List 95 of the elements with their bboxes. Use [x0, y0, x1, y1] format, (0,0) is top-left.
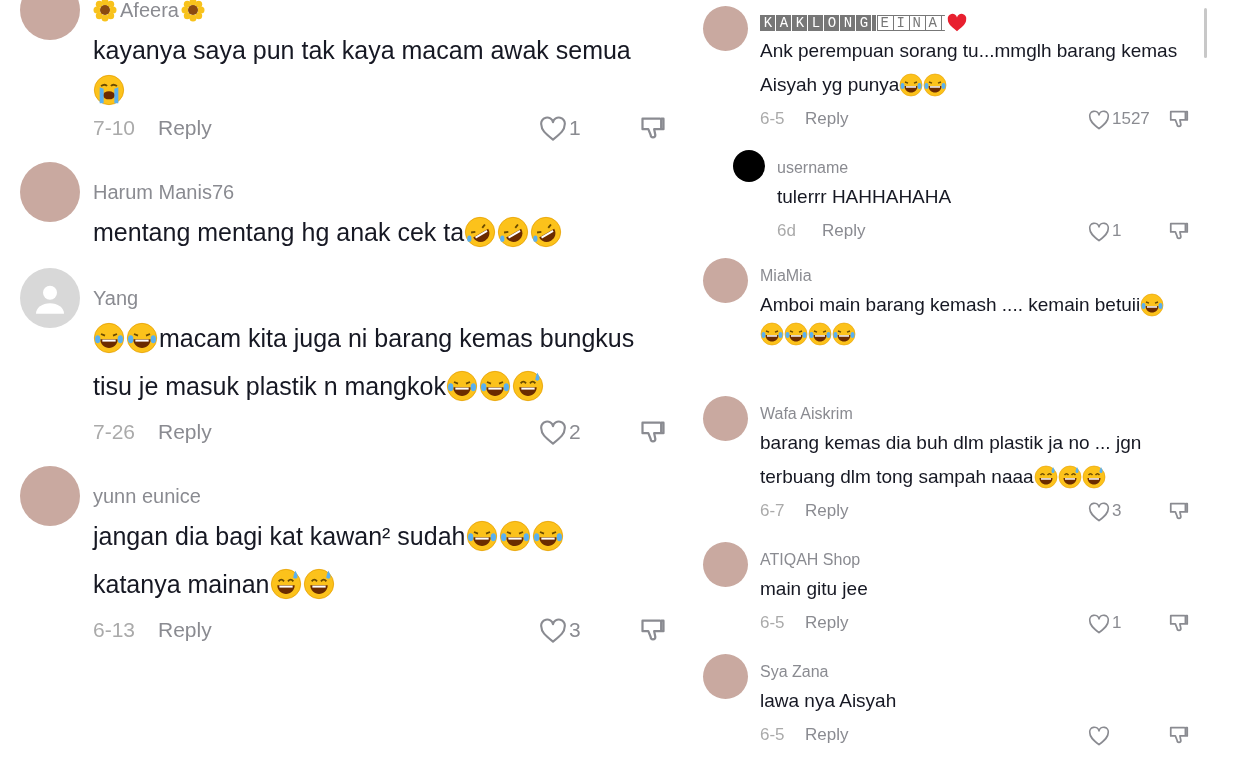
comment-text: macam kita juga ni barang kemas bungkus [159, 323, 635, 354]
comment-date: 7-10 [93, 115, 137, 142]
rolling-laughing-emoji-icon [530, 216, 563, 248]
sunflower-emoji-icon [180, 0, 205, 22]
laughing-tears-emoji-icon [531, 520, 564, 552]
thumbs-down-icon [1168, 500, 1190, 522]
grinning-sweat-emoji-icon [1033, 465, 1058, 489]
grinning-sweat-emoji-icon [302, 568, 335, 600]
comment-text: Aisyah yg punya [760, 73, 900, 97]
thumbs-down-icon [1168, 612, 1190, 634]
comment-text: kayanya saya pun tak kaya macam awak semua [93, 35, 631, 66]
comment-date: 6-5 [760, 612, 786, 635]
comment-text: terbuang dlm tong sampah naaa [760, 465, 1034, 489]
comment-text: tisu je masuk plastik n mangkok [93, 371, 446, 402]
reply-link[interactable]: Reply [805, 106, 849, 132]
laughing-tears-emoji-icon [465, 520, 498, 552]
laughing-tears-emoji-icon [923, 73, 948, 97]
like-count: 1 [1112, 220, 1122, 243]
avatar-photo-placeholder [703, 396, 748, 441]
like-count: 1 [569, 115, 581, 142]
reply-link[interactable]: Reply [158, 112, 212, 144]
heart-icon [1088, 612, 1110, 634]
laughing-tears-emoji-icon [899, 73, 924, 97]
avatar-photo-placeholder [20, 466, 80, 526]
reply-link[interactable]: Reply [822, 218, 866, 244]
reply-link[interactable]: Reply [805, 722, 849, 748]
avatar-photo-placeholder [703, 654, 748, 699]
username: Harum Manis76 [93, 180, 235, 205]
like-count: 3 [1112, 500, 1122, 523]
laughing-tears-emoji-icon [445, 370, 478, 402]
rolling-laughing-emoji-icon [497, 216, 530, 248]
like-count: 1527 [1112, 108, 1150, 131]
comment-text: katanya mainan [93, 569, 270, 600]
thumbs-down-icon [1168, 724, 1190, 746]
laughing-tears-emoji-icon [832, 322, 856, 346]
grinning-sweat-emoji-icon [269, 568, 302, 600]
username: yunn eunice [93, 484, 201, 509]
comment-date: 6-13 [93, 617, 137, 644]
reply-link[interactable]: Reply [158, 614, 212, 646]
scrollbar[interactable] [1204, 8, 1207, 58]
comment-text: jangan dia bagi kat kawan² sudah [93, 521, 466, 552]
heart-emoji-icon [945, 12, 968, 34]
reply-link[interactable]: Reply [805, 610, 849, 636]
avatar-photo-placeholder [703, 542, 748, 587]
username: Afeera [120, 0, 179, 23]
grinning-sweat-emoji-icon [1081, 465, 1106, 489]
laughing-tears-emoji-icon [760, 322, 784, 346]
comment-text: Ank perempuan sorang tu...mmglh barang kemas [760, 39, 1178, 63]
comment-text: main gitu jee [760, 577, 868, 601]
username: MiaMia [760, 266, 812, 286]
rolling-laughing-emoji-icon [464, 216, 497, 248]
username: Sya Zana [760, 662, 829, 682]
comment-text: lawa nya Aisyah [760, 689, 897, 713]
avatar-photo-placeholder [703, 6, 748, 51]
heart-icon [1088, 108, 1110, 130]
comment-date: 6-7 [760, 500, 786, 523]
grinning-sweat-emoji-icon [1057, 465, 1082, 489]
laughing-tears-emoji-icon [93, 322, 125, 354]
heart-icon [1088, 500, 1110, 522]
username: ATIQAH Shop [760, 550, 861, 570]
avatar-photo-placeholder [20, 162, 80, 222]
comment-date: 6-5 [760, 724, 786, 747]
laughing-tears-emoji-icon [808, 322, 832, 346]
crying-emoji-icon [93, 74, 125, 106]
comment-date: 6-5 [760, 108, 786, 131]
comment-date: 7-26 [93, 419, 137, 446]
comment-text: Amboi main barang kemash .... kemain betuii [760, 293, 1141, 317]
heart-icon [1088, 724, 1110, 746]
reply-link[interactable]: Reply [805, 498, 849, 524]
laughing-tears-emoji-icon [498, 520, 531, 552]
laughing-tears-emoji-icon [784, 322, 808, 346]
heart-icon [539, 115, 567, 141]
like-count: 2 [569, 419, 581, 446]
laughing-tears-emoji-icon [478, 370, 511, 402]
heart-icon [1088, 220, 1110, 242]
username: Yang [93, 286, 139, 311]
comment-text: mentang mentang hg anak cek ta [93, 217, 465, 248]
laughing-tears-emoji-icon [126, 322, 158, 354]
comment-text: barang kemas dia buh dlm plastik ja no ... jgn [760, 431, 1142, 455]
like-count: 1 [1112, 612, 1122, 635]
heart-icon [539, 617, 567, 643]
comment-date: 6d [777, 220, 797, 243]
like-count: 3 [569, 617, 581, 644]
laughing-tears-emoji-icon [1140, 293, 1165, 317]
sunflower-emoji-icon [93, 0, 117, 22]
avatar [733, 150, 765, 182]
comment-text: tulerrr HAHHAHAHA [777, 185, 952, 209]
grinning-sweat-emoji-icon [511, 370, 544, 402]
username: username [777, 158, 849, 178]
thumbs-down-icon [1168, 108, 1190, 130]
username: Wafa Aiskrim [760, 404, 853, 424]
heart-icon [539, 419, 567, 445]
thumbs-down-icon [1168, 220, 1190, 242]
avatar-photo-placeholder [703, 258, 748, 303]
reply-link[interactable]: Reply [158, 416, 212, 448]
